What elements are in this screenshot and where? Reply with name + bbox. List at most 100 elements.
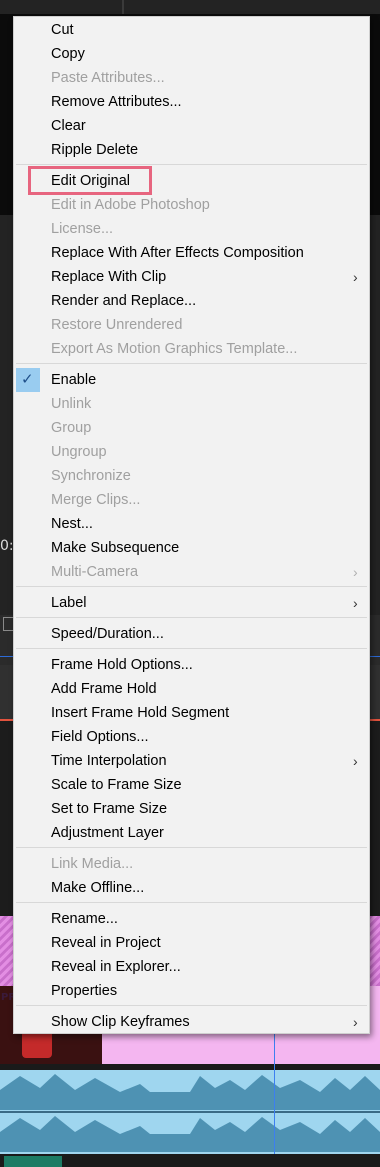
- menu-item-label: Merge Clips...: [51, 492, 141, 508]
- menu-item-remove-attributes[interactable]: Remove Attributes...: [14, 90, 369, 114]
- menu-item-set-to-frame-size[interactable]: Set to Frame Size: [14, 797, 369, 821]
- menu-item-label: Paste Attributes...: [51, 70, 165, 86]
- menu-item-field-options[interactable]: Field Options...: [14, 725, 369, 749]
- panel-divider: [122, 0, 124, 14]
- menu-item-properties[interactable]: Properties: [14, 979, 369, 1003]
- menu-item-scale-to-frame-size[interactable]: Scale to Frame Size: [14, 773, 369, 797]
- menu-item-clear[interactable]: Clear: [14, 114, 369, 138]
- menu-item-render-and-replace[interactable]: Render and Replace...: [14, 289, 369, 313]
- menu-item-make-offline[interactable]: Make Offline...: [14, 876, 369, 900]
- menu-item-reveal-in-project[interactable]: Reveal in Project: [14, 931, 369, 955]
- menu-item-label: License...: [51, 221, 114, 237]
- menu-item-ungroup[interactable]: Ungroup: [14, 440, 369, 464]
- menu-item-label: Export As Motion Graphics Template...: [51, 341, 298, 357]
- menu-separator: [16, 586, 367, 587]
- menu-item-link-media[interactable]: Link Media...: [14, 852, 369, 876]
- menu-item-edit-in-adobe-photoshop[interactable]: Edit in Adobe Photoshop: [14, 193, 369, 217]
- audio-channel-divider: [0, 1111, 380, 1113]
- menu-item-frame-hold-options[interactable]: Frame Hold Options...: [14, 653, 369, 677]
- menu-item-label: Label: [51, 595, 87, 611]
- menu-item-rename[interactable]: Rename...: [14, 907, 369, 931]
- menu-item-label: Scale to Frame Size: [51, 777, 182, 793]
- menu-item-label: Remove Attributes...: [51, 94, 182, 110]
- menu-item-insert-frame-hold-segment[interactable]: Insert Frame Hold Segment: [14, 701, 369, 725]
- menu-item-export-as-motion-graphics-template[interactable]: Export As Motion Graphics Template...: [14, 337, 369, 361]
- menu-item-replace-with-clip[interactable]: Replace With Clip ›: [14, 265, 369, 289]
- menu-item-label: Render and Replace...: [51, 293, 197, 309]
- menu-item-label: Restore Unrendered: [51, 317, 183, 333]
- menu-item-show-clip-keyframes[interactable]: Show Clip Keyframes ›: [14, 1010, 369, 1034]
- menu-item-label: Clear: [51, 118, 86, 134]
- menu-item-label: Link Media...: [51, 856, 134, 872]
- menu-item-make-subsequence[interactable]: Make Subsequence: [14, 536, 369, 560]
- menu-item-label: Multi-Camera: [51, 564, 139, 580]
- menu-item-label: Field Options...: [51, 729, 149, 745]
- menu-item-label: Add Frame Hold: [51, 681, 157, 697]
- menu-item-label: Replace With After Effects Composition: [51, 245, 304, 261]
- menu-item-unlink[interactable]: Unlink: [14, 392, 369, 416]
- menu-item-label: Reveal in Project: [51, 935, 161, 951]
- menu-item-cut[interactable]: Cut: [14, 18, 369, 42]
- menu-item-label: Cut: [51, 22, 74, 38]
- menu-separator: [16, 617, 367, 618]
- menu-item-label: Make Offline...: [51, 880, 145, 896]
- menu-item-license[interactable]: License...: [14, 217, 369, 241]
- menu-item-copy[interactable]: Copy: [14, 42, 369, 66]
- menu-item-synchronize[interactable]: Synchronize: [14, 464, 369, 488]
- checkmark-icon: ✓: [21, 371, 34, 388]
- menu-item-label: Show Clip Keyframes: [51, 1014, 190, 1030]
- menu-item-enable[interactable]: ✓ Enable: [14, 368, 369, 392]
- menu-item-label: Time Interpolation: [51, 753, 167, 769]
- submenu-arrow-icon: ›: [353, 595, 358, 611]
- menu-item-label: Set to Frame Size: [51, 801, 168, 817]
- check-background: ✓: [16, 368, 40, 392]
- menu-item-label: Nest...: [51, 516, 93, 532]
- bottom-clip[interactable]: [4, 1156, 62, 1167]
- menu-item-reveal-in-explorer[interactable]: Reveal in Explorer...: [14, 955, 369, 979]
- menu-item-label: Enable: [51, 372, 97, 388]
- menu-item-label: Unlink: [51, 396, 92, 412]
- submenu-arrow-icon: ›: [353, 564, 358, 580]
- menu-item-label: Ripple Delete: [51, 142, 139, 158]
- menu-item-multi-camera[interactable]: Multi-Camera ›: [14, 560, 369, 584]
- menu-separator: [16, 648, 367, 649]
- menu-item-nest[interactable]: Nest...: [14, 512, 369, 536]
- menu-item-add-frame-hold[interactable]: Add Frame Hold: [14, 677, 369, 701]
- menu-item-label: Properties: [51, 983, 118, 999]
- menu-item-label: Make Subsequence: [51, 540, 180, 556]
- menu-separator: [16, 164, 367, 165]
- menu-item-group[interactable]: Group: [14, 416, 369, 440]
- menu-item-paste-attributes[interactable]: Paste Attributes...: [14, 66, 369, 90]
- menu-item-label: Synchronize: [51, 468, 131, 484]
- menu-item-adjustment-layer[interactable]: Adjustment Layer: [14, 821, 369, 845]
- menu-item-replace-with-after-effects-composition[interactable]: Replace With After Effects Composition: [14, 241, 369, 265]
- submenu-arrow-icon: ›: [353, 269, 358, 285]
- menu-item-ripple-delete[interactable]: Ripple Delete: [14, 138, 369, 162]
- menu-separator: [16, 363, 367, 364]
- menu-item-label: Reveal in Explorer...: [51, 959, 181, 975]
- context-menu: Cut Copy Paste Attributes... Remove Attribu…: [13, 16, 370, 1034]
- menu-item-label: Ungroup: [51, 444, 107, 460]
- menu-item-label: Insert Frame Hold Segment: [51, 705, 230, 721]
- menu-item-restore-unrendered[interactable]: Restore Unrendered: [14, 313, 369, 337]
- menu-item-edit-original[interactable]: Edit Original: [14, 169, 369, 193]
- menu-item-label: Rename...: [51, 911, 118, 927]
- menu-item-label: Edit Original: [51, 173, 130, 189]
- menu-item-time-interpolation[interactable]: Time Interpolation ›: [14, 749, 369, 773]
- menu-item-label: Copy: [51, 46, 85, 62]
- menu-item-speed-duration[interactable]: Speed/Duration...: [14, 622, 369, 646]
- menu-separator: [16, 847, 367, 848]
- menu-item-label: Replace With Clip: [51, 269, 167, 285]
- panel-header: [0, 0, 380, 14]
- menu-item-label: Frame Hold Options...: [51, 657, 193, 673]
- menu-item-label: Adjustment Layer: [51, 825, 164, 841]
- submenu-arrow-icon: ›: [353, 1014, 358, 1030]
- menu-separator: [16, 1005, 367, 1006]
- menu-separator: [16, 902, 367, 903]
- submenu-arrow-icon: ›: [353, 753, 358, 769]
- menu-item-label: Speed/Duration...: [51, 626, 164, 642]
- menu-item-label[interactable]: Label ›: [14, 591, 369, 615]
- timecode-fragment: 0:: [0, 538, 14, 554]
- menu-item-merge-clips[interactable]: Merge Clips...: [14, 488, 369, 512]
- menu-item-label: Group: [51, 420, 92, 436]
